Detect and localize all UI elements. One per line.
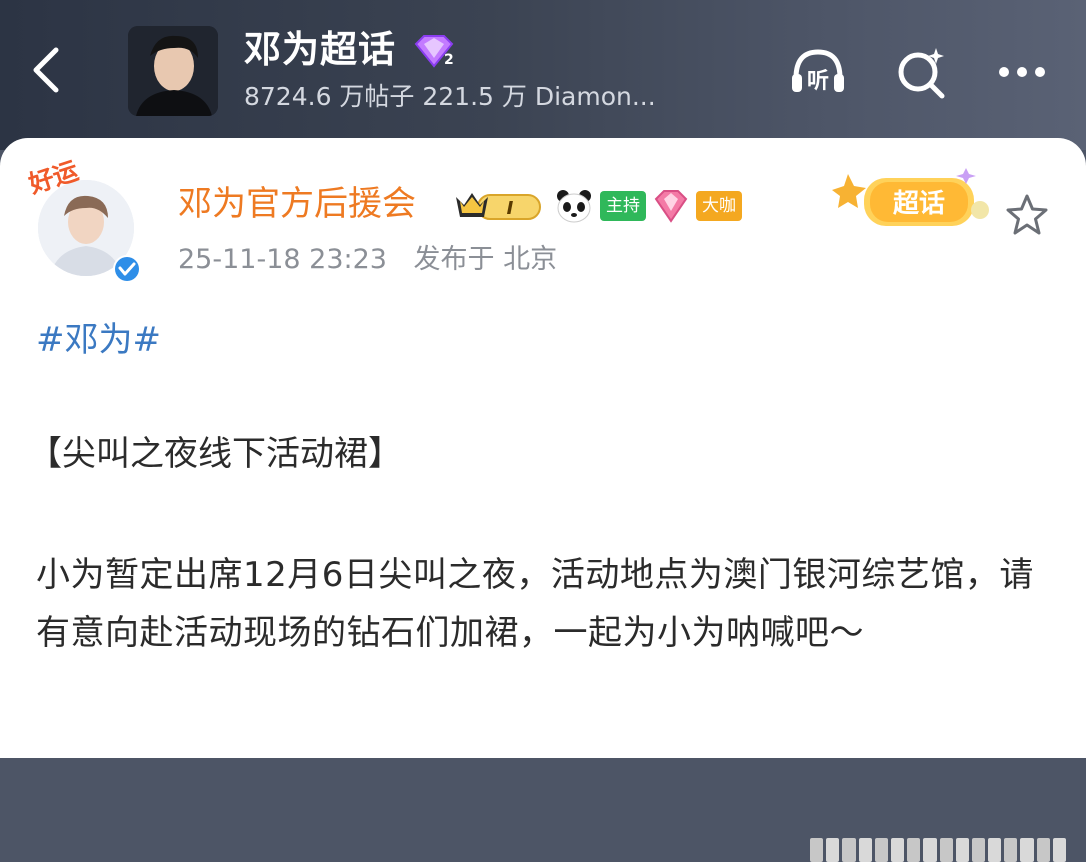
watermark-strip [810,838,1066,862]
panda-icon [557,190,591,223]
topic-title: 邓为超话 [244,28,396,71]
headphones-listen-icon[interactable]: 听 [786,40,850,104]
post-meta: 25-11-18 23:23 发布于 北京 [178,242,557,278]
big-shot-tag: 大咖 [696,191,742,221]
post-card: 好运 邓为官方后援会 I 主持 大咖 25-11-18 23:23 发布于 北京… [0,138,1086,862]
topic-stats: 8724.6 万帖子 221.5 万 Diamon... [244,82,656,111]
supertopic-badge-icon[interactable]: 超话 [826,162,996,242]
author-avatar-group[interactable]: 好运 [25,156,148,283]
svg-text:听: 听 [807,69,829,94]
location-prefix: 发布于 [413,244,495,275]
post-title: 【尖叫之夜线下活动裙】 [28,434,402,474]
host-tag: 主持 [600,191,646,221]
svg-text:超话: 超话 [893,189,945,219]
svg-text:I: I [507,198,514,219]
gem-badge-icon [654,190,688,223]
back-chevron-icon[interactable] [26,44,66,96]
more-icon[interactable] [990,40,1054,104]
diamond-level-badge-icon: 2 [414,35,454,68]
location: 北京 [503,244,558,275]
svg-text:2: 2 [444,52,454,68]
post-body: 小为暂定出席12月6日尖叫之夜，活动地点为澳门银河综艺馆，请有意向赴活动现场的钻… [36,555,1034,653]
timestamp: 25-11-18 23:23 [178,244,387,275]
author-badges: I 主持 大咖 [452,186,742,226]
topic-thumbnail[interactable] [128,26,218,116]
search-icon[interactable] [890,40,954,104]
topic-header: 邓为超话 2 8724.6 万帖子 221.5 万 Diamon... 听 [0,0,1086,150]
verified-badge-icon [113,255,141,283]
author-name[interactable]: 邓为官方后援会 [178,182,416,226]
star-favorite-icon[interactable] [1004,192,1050,238]
crown-level-badge-icon: I [456,193,541,220]
hashtag-link[interactable]: #邓为# [36,318,161,362]
